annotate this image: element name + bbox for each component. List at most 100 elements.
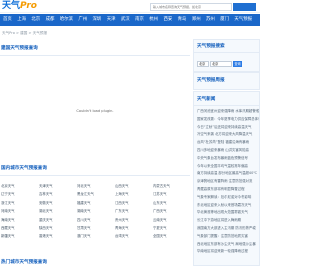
news-item[interactable]: 今年以来全国平均气温较常年偏高 (197, 163, 259, 171)
news-item[interactable]: 我国南方大部进入主汛期 防汛形势严峻 (197, 225, 259, 233)
city-weather-link[interactable]: 江苏天气 (152, 190, 190, 198)
card-divider (194, 105, 259, 106)
nav-item-xian[interactable]: 西安 (163, 14, 172, 26)
news-item[interactable]: 华南地区将迎来新一轮强降雨过程 (197, 248, 259, 256)
section-title-popular: 热门城市天气预报查询 (1, 260, 47, 265)
city-weather-link[interactable]: 四川天气 (76, 216, 114, 224)
sidebar-news-card: 天气新闻 广西河池宜州迎来强降雨 水库汛期超警戒 国家发改委：今年夏季电力供应保障… (193, 91, 260, 266)
nav-item-nanjing[interactable]: 南京 (135, 14, 144, 26)
province-select[interactable]: 北京 (197, 61, 209, 67)
city-weather-link[interactable]: 湖南天气 (76, 207, 114, 215)
city-weather-link[interactable]: 台湾天气 (114, 232, 152, 240)
city-weather-link[interactable]: 北京天气 (0, 182, 38, 190)
nav-item-xiamen[interactable]: 厦门 (220, 14, 229, 26)
city-weather-link[interactable]: 甘肃天气 (76, 224, 114, 232)
news-item[interactable]: 长江中下游地区将进入梅雨期 (197, 217, 259, 225)
news-item[interactable]: 今日“立秋”后还将迎来持续高温天气 (197, 124, 259, 132)
search-button[interactable] (233, 3, 256, 11)
news-list: 广西河池宜州迎来强降雨 水库汛期超警戒国家发改委：今年夏季电力供应保障总体有保障… (197, 108, 259, 256)
city-weather-link[interactable]: 山西天气 (114, 182, 152, 190)
section-title-forecast: 建国天气预报查询 (1, 46, 38, 51)
sidebar-search-title: 天气预报搜索 (197, 44, 225, 49)
sidebar-search-card: 天气预报搜索 北京 北京 查询 (193, 39, 260, 72)
city-weather-link[interactable]: 山东天气 (152, 199, 190, 207)
city-weather-link[interactable]: 浙江天气 (0, 199, 38, 207)
weather-plugin-area: Couldn't load plugin. (0, 57, 190, 161)
city-weather-link[interactable]: 广东天气 (114, 207, 152, 215)
header: 天气 Pro (0, 0, 260, 13)
site-logo[interactable]: 天气 Pro (2, 1, 37, 12)
nav-item-shenzhen[interactable]: 深圳 (93, 14, 102, 26)
news-item[interactable]: 京津冀地区有雷阵雨 注意防范强对流 (197, 178, 259, 186)
nav-item-shanghai[interactable]: 上海 (17, 14, 26, 26)
city-weather-link[interactable]: 安徽天气 (38, 199, 76, 207)
main-content: 天气Pro > 建国 > 天气预报 建国天气预报查询 Couldn't load… (0, 29, 190, 266)
logo-text-en: Pro (20, 1, 37, 11)
query-button[interactable]: 查询 (233, 61, 242, 67)
city-weather-link[interactable]: 湖北天气 (38, 207, 76, 215)
city-weather-link[interactable]: 澳门天气 (76, 232, 114, 240)
nav-item-suzhou[interactable]: 苏州 (206, 14, 215, 26)
news-item[interactable]: 台风“杜苏芮”登陆 福建沿海有暴雨 (197, 139, 259, 147)
city-weather-link[interactable]: 河南天气 (0, 207, 38, 215)
city-weather-link[interactable]: 青海天气 (114, 224, 152, 232)
news-item[interactable]: 青藏高原东部将有明显降雪过程 (197, 186, 259, 194)
section-divider (0, 175, 190, 176)
news-item[interactable]: 广西河池宜州迎来强降雨 水库汛期超警戒 (197, 108, 259, 116)
city-weather-link[interactable]: 内蒙古天气 (152, 182, 190, 190)
news-item[interactable]: 四川多地迎来暴雨 山洪灾害风险高 (197, 147, 259, 155)
city-weather-link[interactable]: 海南天气 (0, 216, 38, 224)
city-weather-link[interactable]: 陕西天气 (38, 224, 76, 232)
city-weather-link[interactable]: 广西天气 (152, 207, 190, 215)
city-weather-link[interactable]: 西藏天气 (0, 224, 38, 232)
nav-item-qingdao[interactable]: 青岛 (178, 14, 187, 26)
nav-item-wuhan[interactable]: 武汉 (121, 14, 130, 26)
province-value: 北京 (199, 62, 206, 66)
city-weather-link[interactable]: 重庆天气 (38, 216, 76, 224)
city-weather-link[interactable]: 香港天气 (38, 232, 76, 240)
logo-text-cn: 天气 (2, 1, 21, 11)
city-weather-link[interactable]: 辽宁天气 (0, 190, 38, 198)
sidebar-weekly-title[interactable]: 天气预报周报 (197, 78, 225, 84)
nav-item-harbin[interactable]: 哈尔滨 (60, 14, 73, 26)
card-divider (194, 52, 259, 53)
city-weather-link[interactable]: 福建天气 (76, 199, 114, 207)
city-weather-link[interactable]: 宁夏天气 (152, 224, 190, 232)
city-weather-link[interactable]: 吉林天气 (38, 190, 76, 198)
nav-item-forecast[interactable]: 天气预报 (234, 14, 252, 26)
city-weather-link[interactable]: 上海天气 (114, 190, 152, 198)
nav-item-zhengzhou[interactable]: 郑州 (192, 14, 201, 26)
section-title-domestic: 国内城市天气预报查询 (1, 166, 47, 171)
city-value: 北京 (212, 62, 219, 66)
city-select[interactable]: 北京 (210, 61, 232, 67)
news-item[interactable]: 气象专家解读：厄尔尼诺对今冬影响 (197, 194, 259, 202)
news-item[interactable]: 华北黄淮等地出现大范围雾霾天气 (197, 209, 259, 217)
city-weather-link[interactable]: 天津天气 (38, 182, 76, 190)
city-weather-link[interactable]: 河北天气 (76, 182, 114, 190)
news-item[interactable]: 冷空气来袭 北方将迎来大风降温天气 (197, 131, 259, 139)
nav-item-home[interactable]: 首页 (3, 14, 12, 26)
nav-item-tianjin[interactable]: 天津 (107, 14, 116, 26)
nav-item-chengdu[interactable]: 成都 (46, 14, 55, 26)
nav-item-hangzhou[interactable]: 杭州 (149, 14, 158, 26)
city-weather-link[interactable]: 新疆天气 (0, 232, 38, 240)
news-item[interactable]: 东北地区迎来入秋以来首场霜冻天气 (197, 202, 259, 210)
city-weather-link[interactable]: 云南天气 (152, 216, 190, 224)
nav-item-guangzhou[interactable]: 广州 (78, 14, 87, 26)
news-item[interactable]: 西北地区东部有沙尘天气 局地强沙尘暴 (197, 241, 259, 249)
sidebar-news-title: 天气新闻 (197, 97, 216, 102)
search-input[interactable] (150, 3, 232, 11)
city-weather-link[interactable]: 江西天气 (114, 199, 152, 207)
main-nav: 首页 上海 北京 成都 哈尔滨 广州 深圳 天津 武汉 南京 杭州 西安 青岛 … (0, 14, 260, 26)
news-item[interactable]: 国家发改委：今年夏季电力供应保障总体有保障 (197, 116, 259, 124)
sidebar: 天气预报搜索 北京 北京 查询 天气预报周报 天气新闻 广西河池宜州迎来强降雨 … (193, 29, 260, 266)
city-weather-grid: 北京天气 天津天气 河北天气 山西天气 内蒙古天气辽宁天气 吉林天气 黑龙江天气 上海天气 江苏… (0, 182, 190, 241)
news-item[interactable]: 南方持续高温 部分地区最高气温超40℃ (197, 170, 259, 178)
news-item[interactable]: 中央气象台发布暴雨蓝色预警信号 (197, 155, 259, 163)
city-weather-link[interactable]: 全国天气 (152, 232, 190, 240)
news-item[interactable]: 气象部门提醒：注意防范地质灾害 (197, 233, 259, 241)
nav-item-beijing[interactable]: 北京 (31, 14, 40, 26)
city-weather-link[interactable]: 贵州天气 (114, 216, 152, 224)
sidebar-weekly-card: 天气预报周报 (193, 72, 260, 90)
city-weather-link[interactable]: 黑龙江天气 (76, 190, 114, 198)
